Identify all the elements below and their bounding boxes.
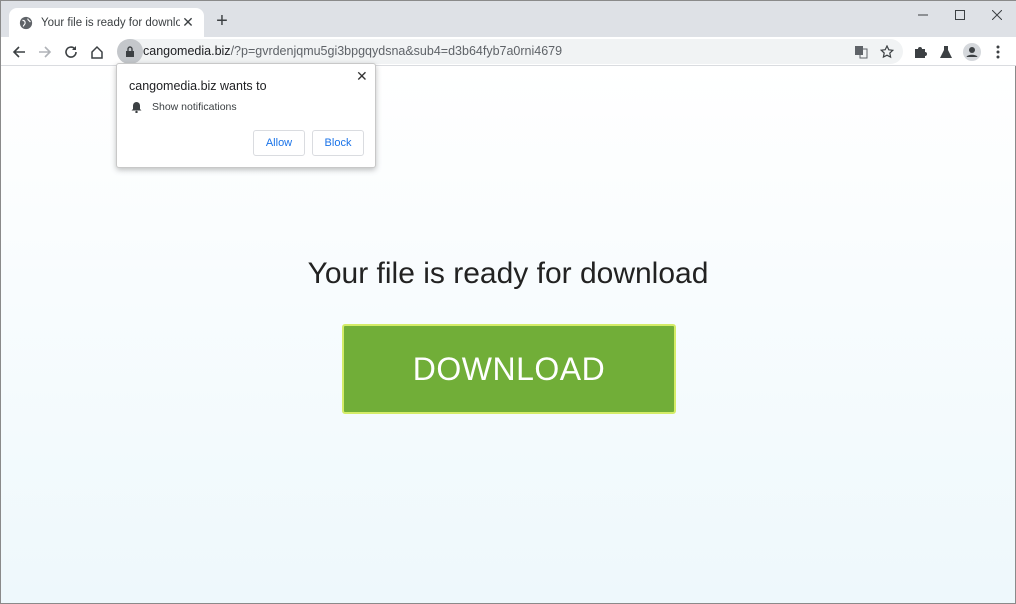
reload-icon: [65, 46, 77, 58]
new-tab-button[interactable]: +: [212, 11, 232, 31]
lock-icon: [126, 46, 134, 57]
window-close-button[interactable]: [979, 4, 1015, 26]
close-icon: [992, 10, 1002, 20]
back-button[interactable]: [7, 40, 31, 64]
more-vert-icon: [996, 45, 1000, 59]
bookmark-button[interactable]: [876, 41, 898, 63]
arrow-right-icon: [39, 46, 52, 58]
minimize-icon: [918, 14, 928, 16]
puzzle-icon: [915, 47, 927, 58]
notification-permission-popup: cangomedia.biz wants to ✕ Show notificat…: [116, 63, 376, 168]
menu-button[interactable]: [986, 40, 1010, 64]
avatar-icon: [963, 43, 981, 61]
page-headline: Your file is ready for download: [307, 257, 709, 290]
star-icon: [880, 45, 894, 59]
profile-button[interactable]: [960, 40, 984, 64]
url-path: /?p=gvrdenjqmu5gi3bpgqydsna&sub4=d3b64fy…: [230, 44, 563, 58]
toolbar: cangomedia.biz/?p=gvrdenjqmu5gi3bpgqydsn…: [1, 37, 1016, 66]
url-text[interactable]: cangomedia.biz/?p=gvrdenjqmu5gi3bpgqydsn…: [143, 44, 562, 58]
translate-button[interactable]: [850, 41, 872, 63]
labs-button[interactable]: [934, 40, 958, 64]
tab-active[interactable]: Your file is ready for download ✕: [9, 8, 204, 37]
tab-strip: Your file is ready for download ✕ +: [1, 1, 1016, 37]
popup-title: cangomedia.biz wants to: [129, 79, 267, 93]
bell-icon: [131, 102, 142, 113]
extensions-button[interactable]: [908, 40, 932, 64]
reload-button[interactable]: [59, 40, 83, 64]
minimize-button[interactable]: [905, 4, 941, 26]
url-host: cangomedia.biz: [143, 44, 231, 58]
globe-icon: [19, 16, 33, 29]
maximize-icon: [955, 10, 965, 20]
maximize-button[interactable]: [942, 4, 978, 26]
tab-title: Your file is ready for download: [41, 16, 180, 29]
flask-icon: [940, 46, 952, 58]
translate-icon: [855, 46, 868, 59]
site-info-button[interactable]: [117, 39, 143, 64]
forward-button[interactable]: [33, 40, 57, 64]
permission-text: Show notifications: [152, 101, 237, 113]
popup-close-icon[interactable]: ✕: [356, 68, 368, 85]
permission-row: Show notifications: [131, 101, 237, 113]
allow-button[interactable]: Allow: [253, 130, 305, 156]
home-button[interactable]: [85, 40, 109, 64]
download-button[interactable]: DOWNLOAD: [342, 324, 676, 414]
home-icon: [91, 45, 103, 59]
arrow-left-icon: [12, 46, 25, 58]
tab-close-icon[interactable]: ✕: [180, 14, 196, 31]
block-button[interactable]: Block: [312, 130, 364, 156]
address-bar[interactable]: cangomedia.biz/?p=gvrdenjqmu5gi3bpgqydsn…: [117, 39, 903, 64]
